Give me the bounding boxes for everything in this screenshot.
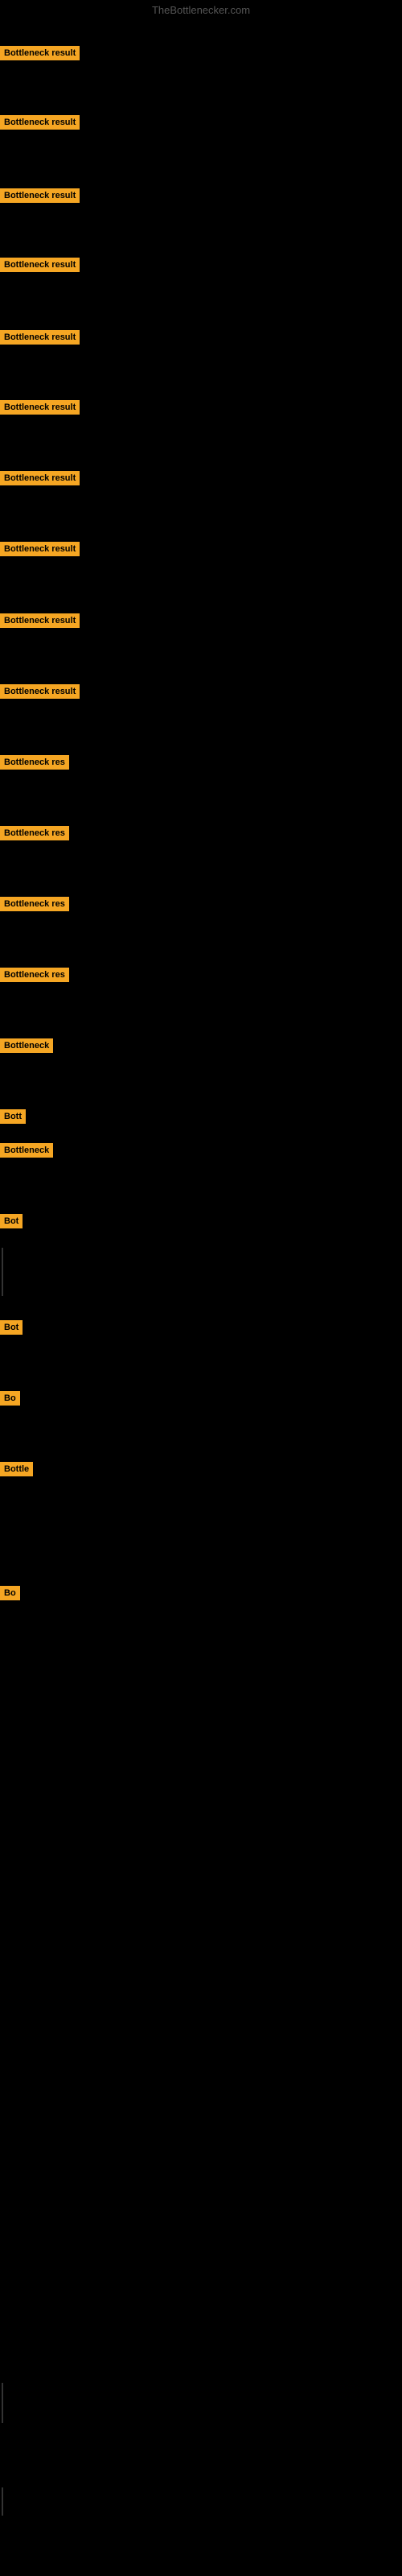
line-3 [2,2487,3,2516]
line-1 [2,1248,3,1296]
site-title: TheBottlenecker.com [0,4,402,16]
badge-4[interactable]: Bottleneck result [0,258,80,272]
badge-3[interactable]: Bottleneck result [0,188,80,203]
badge-10[interactable]: Bottleneck result [0,684,80,699]
badge-21[interactable]: Bottle [0,1462,33,1476]
badge-5[interactable]: Bottleneck result [0,330,80,345]
badge-9[interactable]: Bottleneck result [0,613,80,628]
badge-2[interactable]: Bottleneck result [0,115,80,130]
badge-22[interactable]: Bo [0,1586,20,1600]
badge-17[interactable]: Bottleneck [0,1143,53,1158]
badge-15[interactable]: Bottleneck [0,1038,53,1053]
badge-7[interactable]: Bottleneck result [0,471,80,485]
badge-14[interactable]: Bottleneck res [0,968,69,982]
badge-6[interactable]: Bottleneck result [0,400,80,415]
badge-20[interactable]: Bo [0,1391,20,1406]
badge-1[interactable]: Bottleneck result [0,46,80,60]
badge-19[interactable]: Bot [0,1320,23,1335]
badge-11[interactable]: Bottleneck res [0,755,69,770]
badge-18[interactable]: Bot [0,1214,23,1228]
badge-8[interactable]: Bottleneck result [0,542,80,556]
badge-12[interactable]: Bottleneck res [0,826,69,840]
line-2 [2,2383,3,2423]
badge-16[interactable]: Bott [0,1109,26,1124]
badge-13[interactable]: Bottleneck res [0,897,69,911]
